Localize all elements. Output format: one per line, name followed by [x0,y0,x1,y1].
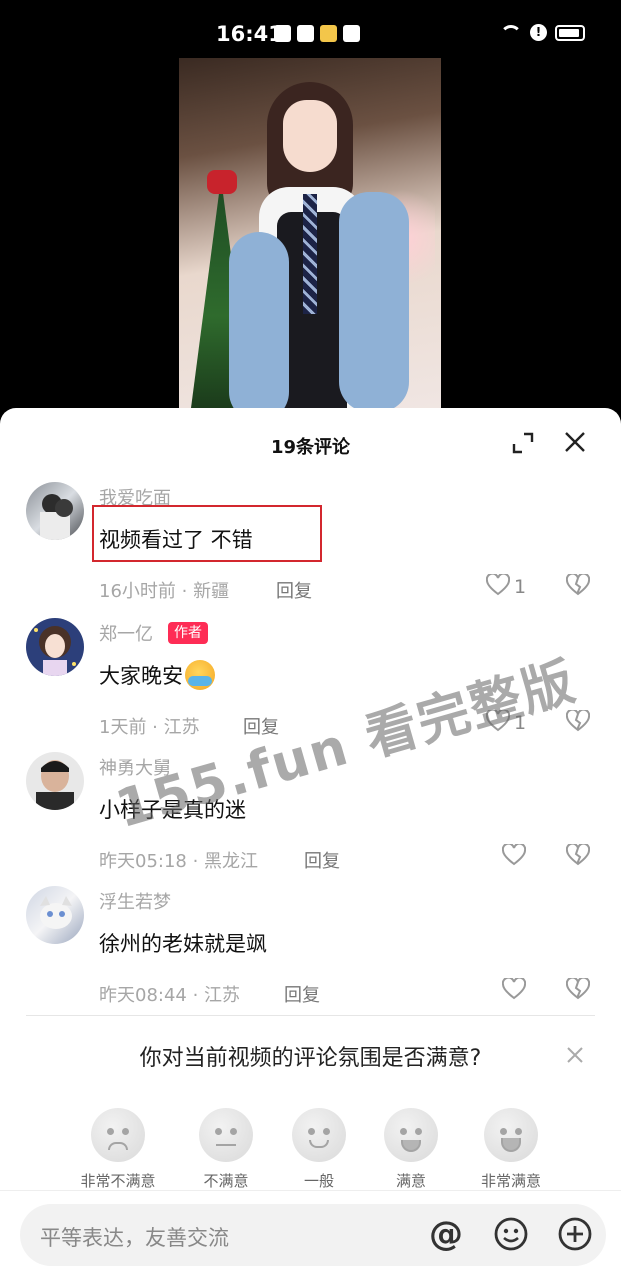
rating-very-dissatisfied[interactable]: 非常不满意 [68,1108,168,1191]
comment-username[interactable]: 郑一亿 [99,620,153,646]
hug-emoji-icon [185,660,215,690]
close-icon[interactable] [563,430,587,454]
rating-dissatisfied[interactable]: 不满意 [176,1108,276,1191]
notes-notification-icon [320,25,337,42]
rating-label: 非常不满意 [80,1172,156,1190]
comment-text: 大家晚安 [99,660,215,692]
avatar[interactable] [26,618,84,676]
author-badge: 作者 [168,622,208,644]
like-count: 1 [514,576,527,598]
avatar[interactable] [26,886,84,944]
rating-neutral[interactable]: 一般 [269,1108,369,1191]
system-icons: ! [500,24,585,41]
app-notification-icon [274,25,291,42]
rating-label: 满意 [395,1172,426,1190]
emoji-icon[interactable] [493,1216,529,1252]
laughing-face-icon [484,1108,538,1162]
rating-label: 不满意 [203,1172,249,1190]
notification-icons [274,25,360,42]
sad-face-icon [199,1108,253,1162]
battery-icon [555,24,585,41]
heart-icon[interactable] [502,978,526,1000]
mention-icon[interactable]: @ [428,1216,464,1252]
rating-very-satisfied[interactable]: 非常满意 [461,1108,561,1191]
reply-button[interactable]: 回复 [304,847,340,873]
wifi-icon [500,24,522,41]
avatar[interactable] [26,482,84,540]
upload-notification-icon [343,25,360,42]
broken-heart-icon[interactable] [566,978,590,1000]
survey-close-icon[interactable] [566,1046,584,1064]
survey-question: 你对当前视频的评论氛围是否满意? [139,1046,482,1071]
highlight-annotation-box [92,505,322,562]
expand-icon[interactable] [512,432,534,454]
comment-input-placeholder: 平等表达，友善交流 [40,1226,229,1250]
alert-icon: ! [530,24,547,41]
broken-heart-icon[interactable] [566,844,590,866]
status-bar: 16:41 ! [0,0,621,58]
rating-satisfied[interactable]: 满意 [361,1108,461,1191]
heart-icon[interactable] [502,844,526,866]
comment-meta: 昨天08:44 · 江苏 [99,985,241,1006]
comment-meta: 16小时前 · 新疆 [99,581,230,602]
video-preview[interactable] [179,58,441,410]
video-bow [207,170,237,194]
angry-face-icon [91,1108,145,1162]
comment-item: 浮生若梦 徐州的老妹就是飒 昨天08:44 · 江苏 回复 [0,886,621,1006]
rating-label: 一般 [303,1172,334,1190]
neutral-face-icon [292,1108,346,1162]
status-time: 16:41 [216,22,283,46]
comment-username[interactable]: 浮生若梦 [99,888,171,914]
divider [26,1015,595,1016]
video-person [229,82,409,410]
reply-button[interactable]: 回复 [276,577,312,603]
plus-icon[interactable] [557,1216,593,1252]
heart-icon[interactable] [486,574,510,596]
app-notification-icon [297,25,314,42]
reply-button[interactable]: 回复 [284,981,320,1007]
avatar[interactable] [26,752,84,810]
comment-meta: 昨天05:18 · 黑龙江 [99,851,259,872]
comment-meta: 1天前 · 江苏 [99,717,200,738]
smile-face-icon [384,1108,438,1162]
comment-text: 徐州的老妹就是飒 [99,932,267,956]
broken-heart-icon[interactable] [566,574,590,596]
rating-label: 非常满意 [480,1172,541,1190]
